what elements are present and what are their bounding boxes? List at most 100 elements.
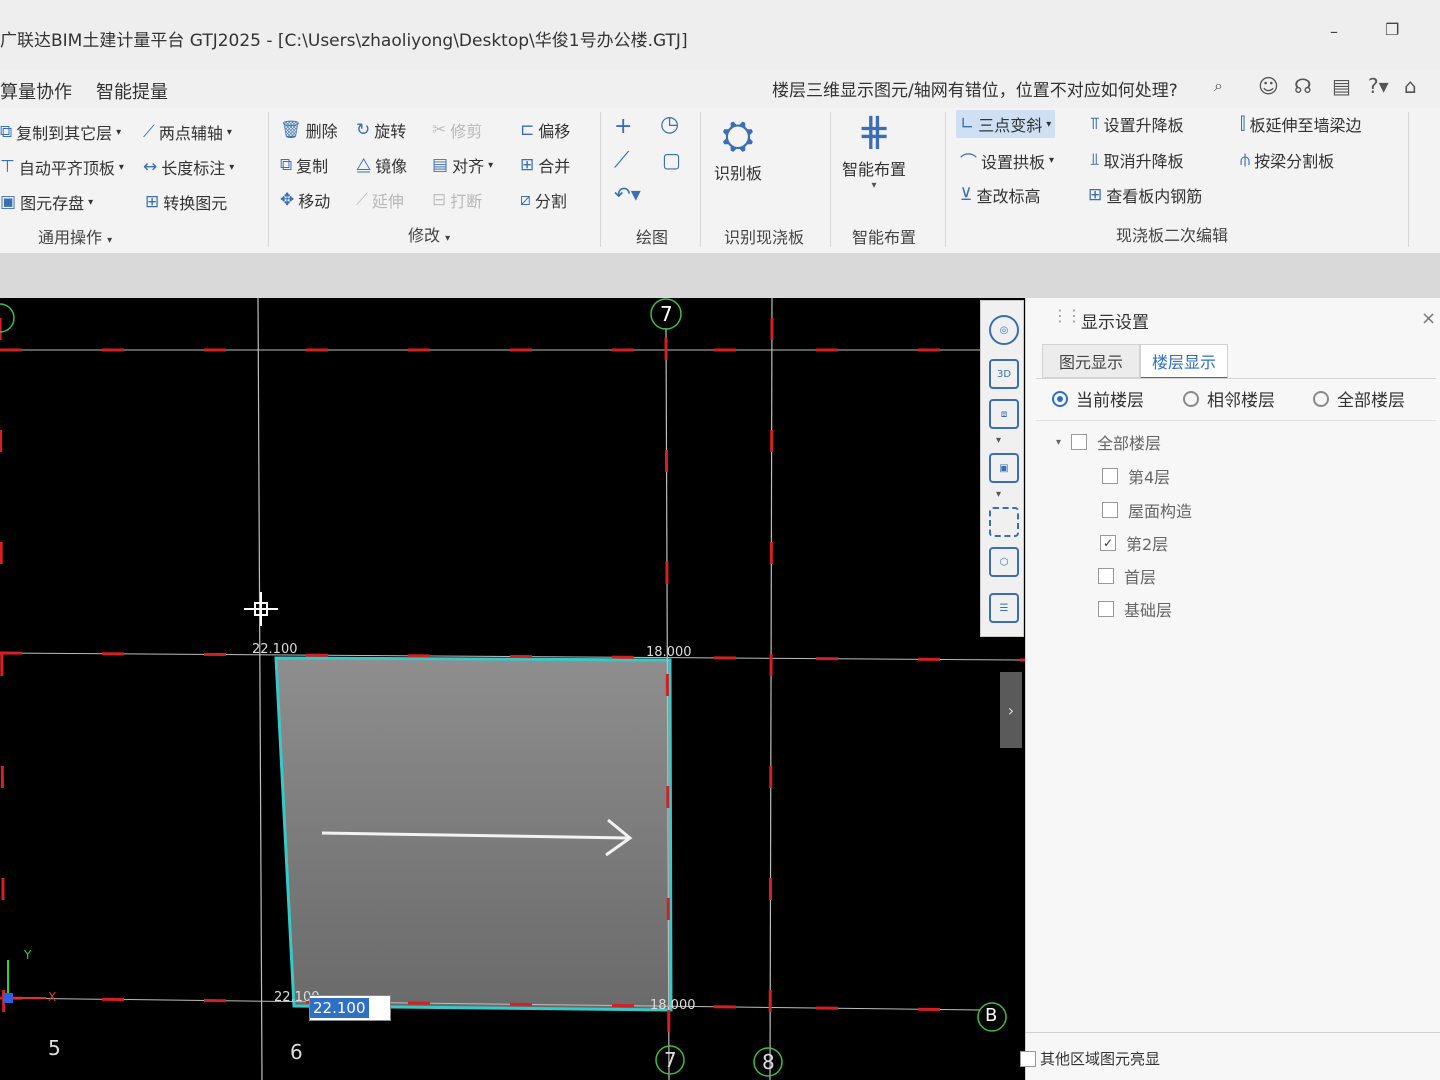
menu-item-smart-extract[interactable]: 智能提量: [96, 78, 168, 104]
rotate-button[interactable]: ↻ 旋转: [356, 118, 406, 142]
checkbox[interactable]: [1102, 468, 1118, 484]
point-draw-icon[interactable]: +: [614, 114, 632, 139]
floor-label: 第4层: [1128, 468, 1171, 487]
drawing-canvas[interactable]: 7 5 6 7 8 B 22.100 18.000 22.100 18.000 …: [0, 298, 1025, 1080]
cad-drawing: [0, 298, 1025, 1080]
checkbox-checked[interactable]: ✓: [1100, 535, 1116, 551]
length-mark-button[interactable]: ↔ 长度标注 ▾: [143, 155, 234, 179]
help-icon[interactable]: ?▾: [1368, 74, 1389, 98]
display-settings-icon[interactable]: ☰: [989, 593, 1019, 623]
copy-button[interactable]: ⧉ 复制: [280, 153, 328, 177]
ucs-y-label: Y: [24, 948, 32, 962]
menu-item-collab[interactable]: 算量协作: [0, 78, 72, 104]
search-icon[interactable]: ⌕: [1214, 76, 1223, 96]
radio-adjacent-floor[interactable]: 相邻楼层: [1183, 386, 1275, 411]
axis-label-6: 6: [290, 1040, 303, 1064]
restore-button[interactable]: ❐: [1385, 20, 1399, 39]
shirt-icon[interactable]: ⌂: [1404, 74, 1417, 98]
line-draw-icon[interactable]: ⟋: [614, 148, 629, 173]
merge-label: 合并: [538, 157, 571, 176]
copy-to-floor-label: 复制到其它层: [16, 124, 113, 143]
headset-icon[interactable]: ☊: [1294, 74, 1312, 98]
box-view-icon[interactable]: ⬡: [989, 547, 1019, 577]
identify-slab-button[interactable]: ⛭ 识别板: [714, 112, 762, 184]
rotate-icon: ↻: [356, 120, 371, 140]
solid-cube-icon[interactable]: ▣: [989, 453, 1019, 483]
align-label: 对齐: [452, 157, 485, 176]
cancel-raise-label: 取消升降板: [1103, 152, 1184, 171]
close-icon[interactable]: ×: [1421, 308, 1436, 329]
ribbon-separator: [830, 112, 831, 247]
auto-align-top-button[interactable]: ⊤ 自动平齐顶板 ▾: [0, 155, 124, 179]
calendar-icon[interactable]: ▤: [1332, 74, 1351, 98]
three-point-slope-button[interactable]: ∟ 三点变斜 ▾: [956, 110, 1056, 138]
split-button[interactable]: ⧄ 分割: [520, 188, 567, 212]
copy-label: 复制: [296, 157, 329, 176]
ribbon: ⧉ 复制到其它层 ▾ ⊤ 自动平齐顶板 ▾ ▣ 图元存盘 ▾ ⟋ 两点辅轴 ▾ ↔ 长度标注 ▾ ⊞…: [0, 108, 1440, 254]
checkbox[interactable]: [1098, 568, 1114, 584]
delete-button[interactable]: 🗑 删除: [280, 118, 338, 142]
trim-button[interactable]: ✂ 修剪: [432, 118, 482, 142]
tree-root-all-floors[interactable]: ▾ 全部楼层: [1056, 430, 1161, 454]
highlight-other-area-option[interactable]: 其他区域图元亮显: [1020, 1048, 1160, 1069]
convert-element-button[interactable]: ⊞ 转换图元: [145, 190, 227, 214]
view-rebar-button[interactable]: ⊞ 查看板内钢筋: [1088, 183, 1202, 207]
drag-handle-icon[interactable]: ⋮⋮: [1052, 306, 1082, 325]
two-point-axis-button[interactable]: ⟋ 两点辅轴 ▾: [143, 120, 232, 144]
elevation-icon: ⊻: [960, 185, 973, 205]
floor-item[interactable]: ✓ 第2层: [1100, 531, 1168, 555]
chevron-down-icon[interactable]: ▾: [996, 489, 1001, 500]
floor-item[interactable]: 第4层: [1102, 464, 1170, 488]
radio-current-floor[interactable]: 当前楼层: [1052, 386, 1144, 411]
orbit-icon[interactable]: ◎: [989, 315, 1019, 345]
split-by-beam-button[interactable]: ⫛ 按梁分割板: [1240, 148, 1334, 172]
tab-floor-display[interactable]: 楼层显示: [1140, 344, 1228, 379]
help-question-link[interactable]: 楼层三维显示图元/轴网有错位，位置不对应如何处理?: [772, 76, 1178, 101]
elevation-input[interactable]: 22.100: [309, 995, 391, 1021]
floor-item[interactable]: 屋面构造: [1102, 498, 1192, 522]
save-element-button[interactable]: ▣ 图元存盘 ▾: [0, 190, 93, 214]
minimize-button[interactable]: –: [1330, 22, 1338, 41]
trim-icon: ✂: [432, 120, 447, 140]
extend-to-wall-button[interactable]: ⫿ 板延伸至墙梁边: [1240, 112, 1361, 136]
arc-draw-icon[interactable]: ↶▾: [614, 182, 641, 206]
set-raise-button[interactable]: ⫪ 设置升降板: [1090, 112, 1184, 136]
floor-label: 第2层: [1126, 535, 1169, 554]
copy-to-floor-button[interactable]: ⧉ 复制到其它层 ▾: [0, 120, 121, 144]
cube-view-icon[interactable]: ⧈: [989, 399, 1019, 429]
elevation-label: 18.000: [650, 998, 696, 1013]
move-button[interactable]: ✥ 移动: [280, 188, 330, 212]
radio-all-floors[interactable]: 全部楼层: [1313, 386, 1405, 411]
cancel-raise-button[interactable]: ⫫ 取消升降板: [1090, 148, 1184, 172]
window-title: 广联达BIM土建计量平台 GTJ2025 - [C:\Users\zhaoliy…: [0, 31, 688, 51]
floor-item[interactable]: 首层: [1098, 564, 1156, 588]
tree-expand-icon[interactable]: ▾: [1056, 437, 1061, 448]
offset-button[interactable]: ⊏ 偏移: [520, 118, 570, 142]
ribbon-separator: [268, 112, 269, 247]
check-elevation-button[interactable]: ⊻ 查改标高: [960, 183, 1040, 207]
checkbox[interactable]: [1020, 1050, 1036, 1067]
chevron-down-icon[interactable]: ▾: [996, 435, 1001, 446]
circle-draw-icon[interactable]: ◷: [660, 112, 679, 137]
ucs-x-label: X: [48, 990, 57, 1004]
smart-layout-button[interactable]: ⋕ 智能布置 ▾: [842, 108, 906, 191]
user-icon[interactable]: ☺: [1258, 74, 1279, 98]
tree-root-label: 全部楼层: [1097, 434, 1162, 453]
extend-button[interactable]: ⟋ 延伸: [356, 188, 404, 212]
align-button[interactable]: ▤ 对齐 ▾: [432, 153, 493, 177]
merge-button[interactable]: ⊞ 合并: [520, 153, 570, 177]
tab-element-display[interactable]: 图元显示: [1042, 344, 1140, 378]
fit-view-icon[interactable]: [989, 507, 1019, 537]
copy-icon: ⧉: [280, 155, 293, 175]
panel-collapse-button[interactable]: ›: [1000, 672, 1022, 748]
3d-view-icon[interactable]: 3D: [989, 359, 1019, 389]
floor-item[interactable]: 基础层: [1098, 597, 1172, 621]
mirror-button[interactable]: ⧋ 镜像: [356, 153, 407, 177]
checkbox[interactable]: [1098, 601, 1114, 617]
checkbox[interactable]: [1102, 502, 1118, 518]
break-button[interactable]: ⊟ 打断: [432, 188, 482, 212]
set-arch-button[interactable]: ⌒ 设置拱板 ▾: [960, 148, 1054, 174]
rect-draw-icon[interactable]: ▢: [662, 148, 681, 172]
footer-divider: [1026, 1032, 1440, 1033]
checkbox[interactable]: [1071, 434, 1088, 450]
